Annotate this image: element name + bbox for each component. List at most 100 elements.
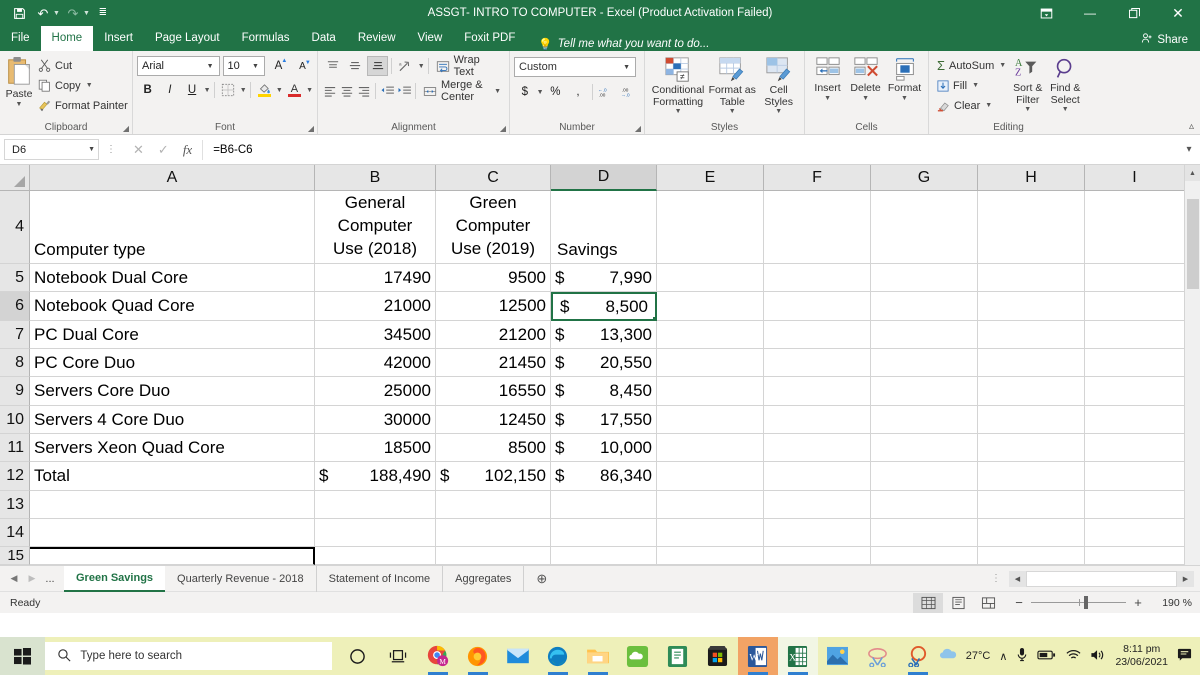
cell-H12[interactable] — [978, 462, 1085, 491]
cell-C10[interactable]: 12450 — [436, 406, 551, 434]
cell-A12[interactable]: Total — [30, 462, 315, 491]
insert-cells-button[interactable]: Insert ▼ — [809, 54, 846, 119]
weather-cloud-icon[interactable] — [938, 647, 957, 665]
cell-H13[interactable] — [978, 491, 1085, 519]
cell-I10[interactable] — [1085, 406, 1184, 434]
increase-decimal-button[interactable]: ←.0.00 — [596, 82, 618, 102]
next-sheet-icon[interactable]: ▶ — [24, 573, 40, 584]
accounting-format-button[interactable]: $ — [514, 82, 536, 102]
redo-icon[interactable]: ↷ — [62, 3, 84, 23]
zoom-out-button[interactable]: − — [1013, 595, 1025, 610]
snip-tool-icon[interactable] — [858, 637, 898, 675]
fill-color-dropdown-icon[interactable]: ▼ — [276, 87, 283, 94]
cell-E11[interactable] — [657, 434, 764, 462]
cell-F7[interactable] — [764, 321, 871, 349]
column-header-g[interactable]: G — [871, 165, 978, 191]
cell-F8[interactable] — [764, 349, 871, 377]
cell-C9[interactable]: 16550 — [436, 377, 551, 406]
collapse-ribbon-icon[interactable]: ▵ — [1189, 121, 1194, 132]
cell-F4[interactable] — [764, 191, 871, 264]
cell-C15[interactable] — [436, 547, 551, 565]
undo-dropdown-icon[interactable]: ▼ — [53, 10, 60, 17]
cell-H5[interactable] — [978, 264, 1085, 292]
cell-C6[interactable]: 12500 — [436, 292, 551, 321]
cell-D12[interactable]: $86,340 — [551, 462, 657, 491]
cell-B14[interactable] — [315, 519, 436, 547]
paste-button[interactable]: Paste ▼ — [4, 54, 34, 119]
cell-G13[interactable] — [871, 491, 978, 519]
cell-D5[interactable]: $7,990 — [551, 264, 657, 292]
format-cells-button[interactable]: Format ▼ — [885, 54, 924, 119]
number-dialog-launcher-icon[interactable]: ◢ — [635, 124, 641, 133]
cell-D9[interactable]: $8,450 — [551, 377, 657, 406]
cell-A13[interactable] — [30, 491, 315, 519]
cell-D13[interactable] — [551, 491, 657, 519]
borders-button[interactable] — [218, 80, 239, 100]
firefox-icon[interactable] — [458, 637, 498, 675]
cell-G15[interactable] — [871, 547, 978, 565]
cell-A6[interactable]: Notebook Quad Core — [30, 292, 315, 321]
cell-F11[interactable] — [764, 434, 871, 462]
cell-E14[interactable] — [657, 519, 764, 547]
format-as-table-button[interactable]: Format as Table ▼ — [707, 54, 757, 119]
align-bottom-button[interactable] — [367, 56, 388, 76]
row-header-6[interactable]: 6 — [0, 292, 30, 321]
sort-filter-button[interactable]: A Z Sort & Filter ▼ — [1009, 54, 1047, 119]
notes-icon[interactable] — [658, 637, 698, 675]
share-button[interactable]: Share — [1129, 32, 1200, 51]
zoom-level-value[interactable]: 190 % — [1150, 597, 1192, 609]
zoom-in-button[interactable]: + — [1132, 595, 1144, 610]
percent-style-button[interactable]: % — [545, 82, 567, 102]
cell-F9[interactable] — [764, 377, 871, 406]
format-cells-dropdown-icon[interactable]: ▼ — [901, 95, 908, 103]
cell-B12[interactable]: $188,490 — [315, 462, 436, 491]
insert-function-icon[interactable]: fx — [183, 142, 192, 158]
cell-E7[interactable] — [657, 321, 764, 349]
alignment-dialog-launcher-icon[interactable]: ◢ — [500, 124, 506, 133]
cell-C11[interactable]: 8500 — [436, 434, 551, 462]
cell-D11[interactable]: $10,000 — [551, 434, 657, 462]
notification-center-icon[interactable] — [1177, 647, 1192, 665]
sheet-tab-quarterly-revenue[interactable]: Quarterly Revenue - 2018 — [165, 566, 317, 592]
tab-page-layout[interactable]: Page Layout — [144, 26, 231, 51]
column-header-a[interactable]: A — [30, 165, 315, 191]
cell-E5[interactable] — [657, 264, 764, 292]
cell-C8[interactable]: 21450 — [436, 349, 551, 377]
formula-bar-grip[interactable]: ⋮ — [99, 144, 123, 155]
column-header-f[interactable]: F — [764, 165, 871, 191]
column-header-c[interactable]: C — [436, 165, 551, 191]
cell-I7[interactable] — [1085, 321, 1184, 349]
cell-F14[interactable] — [764, 519, 871, 547]
merge-center-dropdown-icon[interactable]: ▼ — [494, 88, 501, 95]
page-break-preview-button[interactable] — [973, 593, 1003, 613]
comma-style-button[interactable]: , — [567, 82, 589, 102]
horizontal-scrollbar[interactable]: ◀ ▶ — [1009, 571, 1194, 587]
cell-C14[interactable] — [436, 519, 551, 547]
cell-G4[interactable] — [871, 191, 978, 264]
copy-button[interactable]: Copy ▼ — [34, 76, 132, 95]
clipboard-dialog-launcher-icon[interactable]: ◢ — [123, 124, 129, 133]
zoom-slider-thumb[interactable] — [1084, 596, 1088, 609]
row-header-9[interactable]: 9 — [0, 377, 30, 406]
cell-I13[interactable] — [1085, 491, 1184, 519]
cut-button[interactable]: Cut — [34, 56, 132, 75]
sheet-tab-statement-of-income[interactable]: Statement of Income — [317, 566, 444, 592]
cell-D4[interactable]: Savings — [551, 191, 657, 264]
font-color-button[interactable]: A — [284, 80, 305, 100]
column-header-d[interactable]: D — [551, 165, 657, 191]
column-header-i[interactable]: I — [1085, 165, 1184, 191]
cell-E10[interactable] — [657, 406, 764, 434]
normal-view-button[interactable] — [913, 593, 943, 613]
cell-I9[interactable] — [1085, 377, 1184, 406]
increase-indent-button[interactable] — [396, 81, 412, 101]
cell-D10[interactable]: $17,550 — [551, 406, 657, 434]
accounting-dropdown-icon[interactable]: ▼ — [537, 89, 544, 96]
cell-E4[interactable] — [657, 191, 764, 264]
snip-sketch-icon[interactable] — [898, 637, 938, 675]
cell-I14[interactable] — [1085, 519, 1184, 547]
horizontal-scroll-track[interactable] — [1026, 571, 1177, 587]
cell-A9[interactable]: Servers Core Duo — [30, 377, 315, 406]
column-header-h[interactable]: H — [978, 165, 1085, 191]
cell-H11[interactable] — [978, 434, 1085, 462]
format-as-table-dropdown-icon[interactable]: ▼ — [729, 108, 736, 116]
